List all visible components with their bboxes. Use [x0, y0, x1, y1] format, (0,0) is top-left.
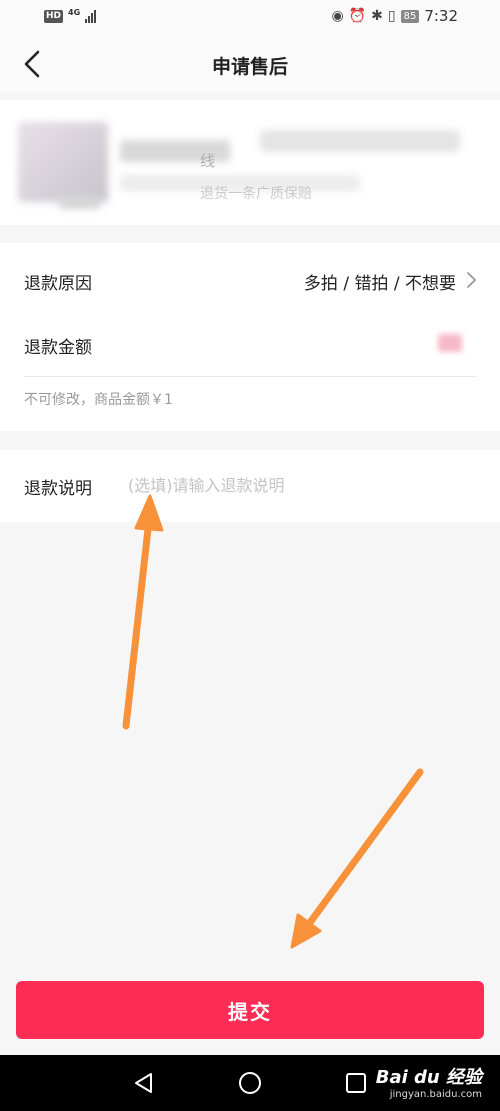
status-bar: HD 4G ◉ ⏰ ✱ ▯ 85 7:32 — [0, 0, 500, 36]
app-root: HD 4G ◉ ⏰ ✱ ▯ 85 7:32 申请售后 线 退货一条广质保赔 退款… — [0, 0, 500, 1111]
product-image — [18, 122, 108, 202]
refund-amount-label: 退款金额 — [24, 338, 92, 358]
divider — [24, 376, 476, 377]
refund-panel: 退款原因 多拍 / 错拍 / 不想要 退款金额 不可修改，商品金额￥1 — [0, 243, 500, 431]
refund-description-row: 退款说明 — [0, 450, 500, 522]
product-tag: 退货一条广质保赔 — [200, 186, 312, 202]
annotation-arrow-down — [290, 768, 424, 949]
nav-home-icon[interactable] — [236, 1069, 264, 1097]
watermark: Bai du 经验 jingyan.baidu.com — [376, 1063, 482, 1100]
watermark-logo: Bai du 经验 — [375, 1067, 482, 1088]
refund-description-input[interactable] — [128, 472, 468, 498]
refund-description-label: 退款说明 — [24, 479, 92, 499]
eye-icon: ◉ — [331, 8, 344, 24]
nav-recent-icon[interactable] — [342, 1069, 370, 1097]
signal-icon — [85, 9, 97, 23]
product-name: 线 — [200, 152, 216, 170]
refund-amount-value — [438, 334, 462, 352]
clock: 7:32 — [424, 7, 458, 25]
chevron-right-icon[interactable] — [464, 271, 478, 289]
watermark-url: jingyan.baidu.com — [389, 1089, 482, 1100]
nav-back-icon[interactable] — [130, 1069, 158, 1097]
battery-icon: 85 — [400, 9, 420, 23]
system-nav-bar: Bai du 经验 jingyan.baidu.com — [0, 1055, 500, 1111]
refund-reason-value[interactable]: 多拍 / 错拍 / 不想要 — [304, 269, 456, 294]
status-right: ◉ ⏰ ✱ ▯ 85 7:32 — [331, 7, 458, 25]
submit-button[interactable]: 提交 — [16, 981, 484, 1039]
network-type: 4G — [68, 7, 81, 17]
alarm-icon: ⏰ — [348, 8, 367, 24]
vibrate-icon: ▯ — [387, 8, 396, 24]
refund-amount-note: 不可修改，商品金额￥1 — [24, 392, 173, 408]
status-left: HD 4G — [44, 7, 97, 23]
annotation-arrow-up — [122, 494, 164, 730]
refund-reason-label: 退款原因 — [24, 274, 92, 294]
header: 申请售后 — [0, 36, 500, 92]
page-title: 申请售后 — [211, 56, 288, 78]
product-card[interactable] — [0, 100, 500, 225]
hd-badge: HD — [44, 9, 64, 23]
bluetooth-icon: ✱ — [371, 8, 383, 24]
